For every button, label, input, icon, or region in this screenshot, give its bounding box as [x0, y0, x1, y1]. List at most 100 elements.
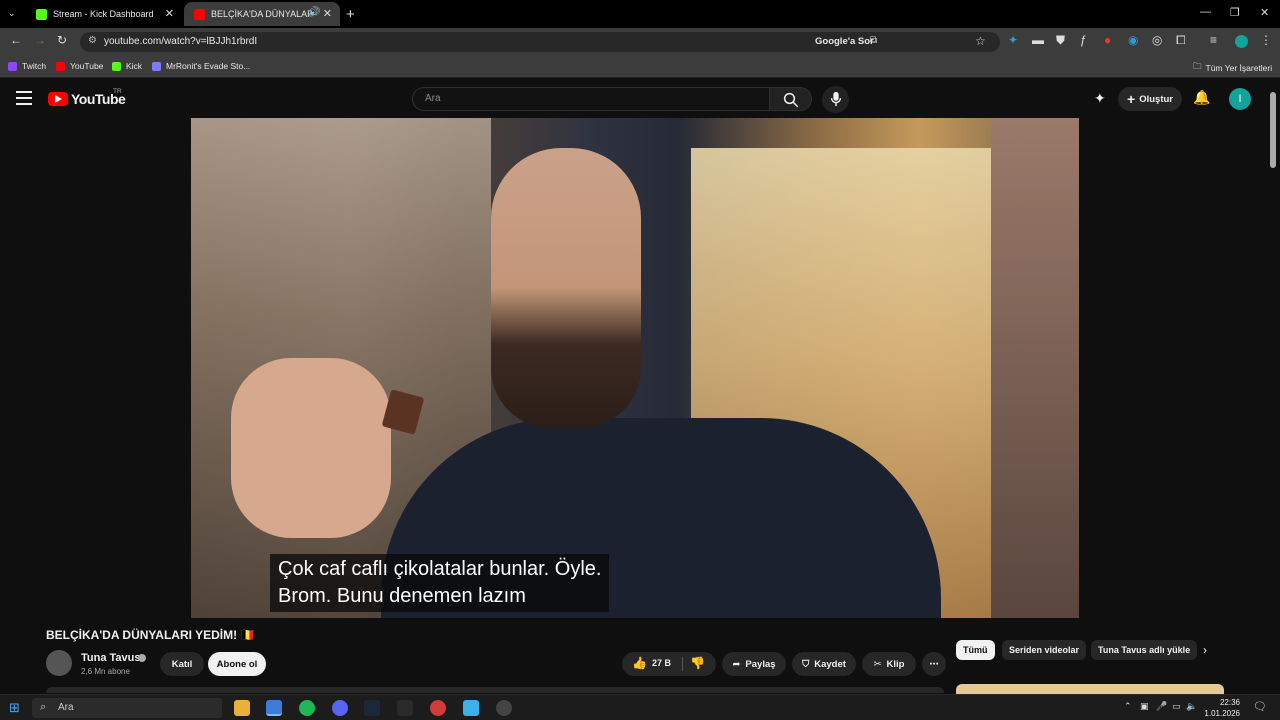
app-icon[interactable] [463, 700, 479, 716]
join-button[interactable]: Katıl [160, 652, 204, 676]
page-scrollbar[interactable] [1270, 92, 1276, 168]
system-clock[interactable]: 22:36 1.01.2026 [1200, 697, 1240, 719]
clock-time: 22:36 [1219, 698, 1240, 707]
create-label: Oluştur [1139, 93, 1173, 105]
create-button[interactable]: + Oluştur [1118, 87, 1182, 111]
windows-start-icon[interactable]: ⊞ [9, 700, 20, 716]
extension-icon[interactable]: ƒ [1080, 33, 1087, 47]
chrome-icon[interactable] [266, 700, 282, 716]
forward-icon[interactable]: → [34, 33, 46, 47]
bookmark-star-icon[interactable]: ☆ [975, 34, 986, 48]
menu-hamburger-icon[interactable] [16, 91, 32, 105]
menu-kebab-icon[interactable]: ⋮ [1260, 33, 1272, 47]
share-button[interactable]: ➦ Paylaş [722, 652, 786, 676]
tab-kick-dashboard[interactable]: Stream - Kick Dashboard ✕ [26, 2, 182, 26]
media-control-icon[interactable]: ≡ [1210, 33, 1217, 47]
window-close-icon[interactable]: ✕ [1260, 6, 1269, 19]
recommendation-chips: Tümü Seriden videolar Tuna Tavus adlı yü… [956, 640, 1221, 660]
like-divider [682, 657, 683, 671]
spotify-icon[interactable] [299, 700, 315, 716]
extension-icon[interactable]: ◉ [1128, 33, 1138, 47]
chip-channel-uploads[interactable]: Tuna Tavus adlı yükle [1091, 640, 1198, 660]
app-icon[interactable] [496, 700, 512, 716]
extension-icon[interactable]: ▬ [1032, 33, 1044, 47]
channel-avatar[interactable] [46, 650, 72, 676]
save-label: Kaydet [814, 658, 846, 670]
notification-icon[interactable]: 🗨 [1253, 700, 1267, 713]
region-code: TR [113, 88, 122, 95]
minimize-icon[interactable]: — [1200, 6, 1211, 18]
clip-button[interactable]: ✂ Klip [862, 652, 916, 676]
channel-name[interactable]: Tuna Tavus [81, 652, 141, 664]
extension-icon[interactable]: ● [1104, 33, 1111, 47]
tray-app-icon[interactable]: ▣ [1140, 701, 1149, 712]
sparkle-icon[interactable]: ✦ [1094, 90, 1106, 107]
youtube-header: YouTube TR Ara ✦ + Oluştur 🔔 I [0, 80, 1280, 118]
back-icon[interactable]: ← [10, 33, 22, 47]
save-button[interactable]: ⛉ Kaydet [792, 652, 856, 676]
bookmark-label: Tüm Yer İşaretleri [1205, 63, 1273, 73]
extension-icon[interactable]: ✦ [1008, 33, 1018, 47]
address-bar[interactable]: ⚙ youtube.com/watch?v=lBJJh1rbrdI ⧉ Goog… [80, 32, 1000, 52]
google-ask-button[interactable]: Google'a Sor [815, 36, 874, 47]
reload-icon[interactable]: ↻ [57, 33, 67, 47]
volume-icon[interactable]: 🔈 [1186, 701, 1197, 712]
speaker-icon[interactable]: 🔊 [308, 7, 320, 18]
taskbar-search[interactable]: ⌕ Ara [32, 698, 222, 718]
recommended-video-thumbnail[interactable] [956, 684, 1224, 694]
share-arrow-icon: ➦ [732, 658, 741, 670]
chip-all[interactable]: Tümü [956, 640, 995, 660]
like-count[interactable]: 27 B [652, 658, 671, 668]
video-captions: Çok caf caflı çikolatalar bunlar. Öyle. … [270, 554, 610, 612]
network-icon[interactable]: ▭ [1172, 701, 1181, 712]
description-box[interactable] [46, 687, 944, 693]
app-icon[interactable] [430, 700, 446, 716]
close-tab-icon[interactable]: ✕ [323, 7, 332, 20]
plus-icon: + [1127, 91, 1136, 107]
subscribe-button[interactable]: Abone ol [208, 652, 266, 676]
bell-icon[interactable]: 🔔 [1193, 89, 1210, 106]
windows-taskbar: ⊞ ⌕ Ara ⌃ ▣ 🎤 ▭ 🔈 22:36 1.01.2026 🗨 [0, 694, 1280, 720]
puzzle-icon[interactable]: ⧠ [1176, 33, 1186, 48]
all-bookmarks-folder[interactable]: 🗀 Tüm Yer İşaretleri [1193, 61, 1272, 75]
restore-icon[interactable]: ❐ [1230, 6, 1240, 19]
shield-icon[interactable]: ⛊ [1056, 33, 1065, 48]
voice-search-button[interactable] [822, 86, 849, 113]
file-explorer-icon[interactable] [234, 700, 250, 716]
account-avatar[interactable]: I [1229, 88, 1251, 110]
tab-youtube-video[interactable]: BELÇİKA'DA DÜNYALARI YE 🔊 ✕ [184, 2, 340, 26]
chevron-right-icon[interactable]: › [1203, 643, 1207, 657]
taskbar-search-placeholder: Ara [58, 702, 74, 713]
close-tab-icon[interactable]: ✕ [165, 7, 174, 20]
discord-icon[interactable] [332, 700, 348, 716]
subscriber-count: 2,6 Mn abone [81, 667, 130, 676]
profile-avatar[interactable] [1235, 35, 1248, 48]
tab-search-chevron-icon[interactable]: ⌄ [8, 8, 16, 19]
microphone-icon[interactable]: 🎤 [1156, 701, 1167, 712]
like-thumb-icon[interactable]: 👍 [632, 656, 647, 670]
bookmark-youtube[interactable]: YouTube [56, 61, 103, 71]
search-input[interactable]: Ara [412, 87, 770, 111]
dislike-thumb-icon[interactable]: 👎 [690, 656, 705, 670]
site-info-icon[interactable]: ⚙ [88, 35, 97, 46]
steam-icon[interactable] [364, 700, 380, 716]
bookmark-twitch[interactable]: Twitch [8, 61, 46, 71]
scissors-icon: ✂ [873, 658, 882, 670]
search-button[interactable] [770, 87, 812, 111]
url-text[interactable]: youtube.com/watch?v=lBJJh1rbrdI [104, 36, 257, 47]
extension-icon[interactable]: ◎ [1152, 33, 1162, 47]
youtube-icon [56, 61, 65, 71]
bookmark-evade-store[interactable]: MrRonit's Evade Sto... [152, 61, 250, 71]
caption-line: Brom. Bunu denemen lazım [278, 585, 526, 607]
clip-label: Klip [886, 658, 905, 670]
chevron-up-icon[interactable]: ⌃ [1124, 701, 1132, 712]
search-icon [783, 92, 799, 108]
epic-games-icon[interactable] [397, 700, 413, 716]
new-tab-icon[interactable]: + [346, 6, 355, 23]
more-actions-button[interactable]: ⋯ [922, 652, 946, 676]
video-person-hand [231, 358, 391, 538]
shield-icon [152, 61, 161, 71]
bookmark-kick[interactable]: Kick [112, 61, 142, 71]
chip-series-videos[interactable]: Seriden videolar [1002, 640, 1087, 660]
video-player[interactable]: Çok caf caflı çikolatalar bunlar. Öyle. … [191, 118, 1079, 618]
